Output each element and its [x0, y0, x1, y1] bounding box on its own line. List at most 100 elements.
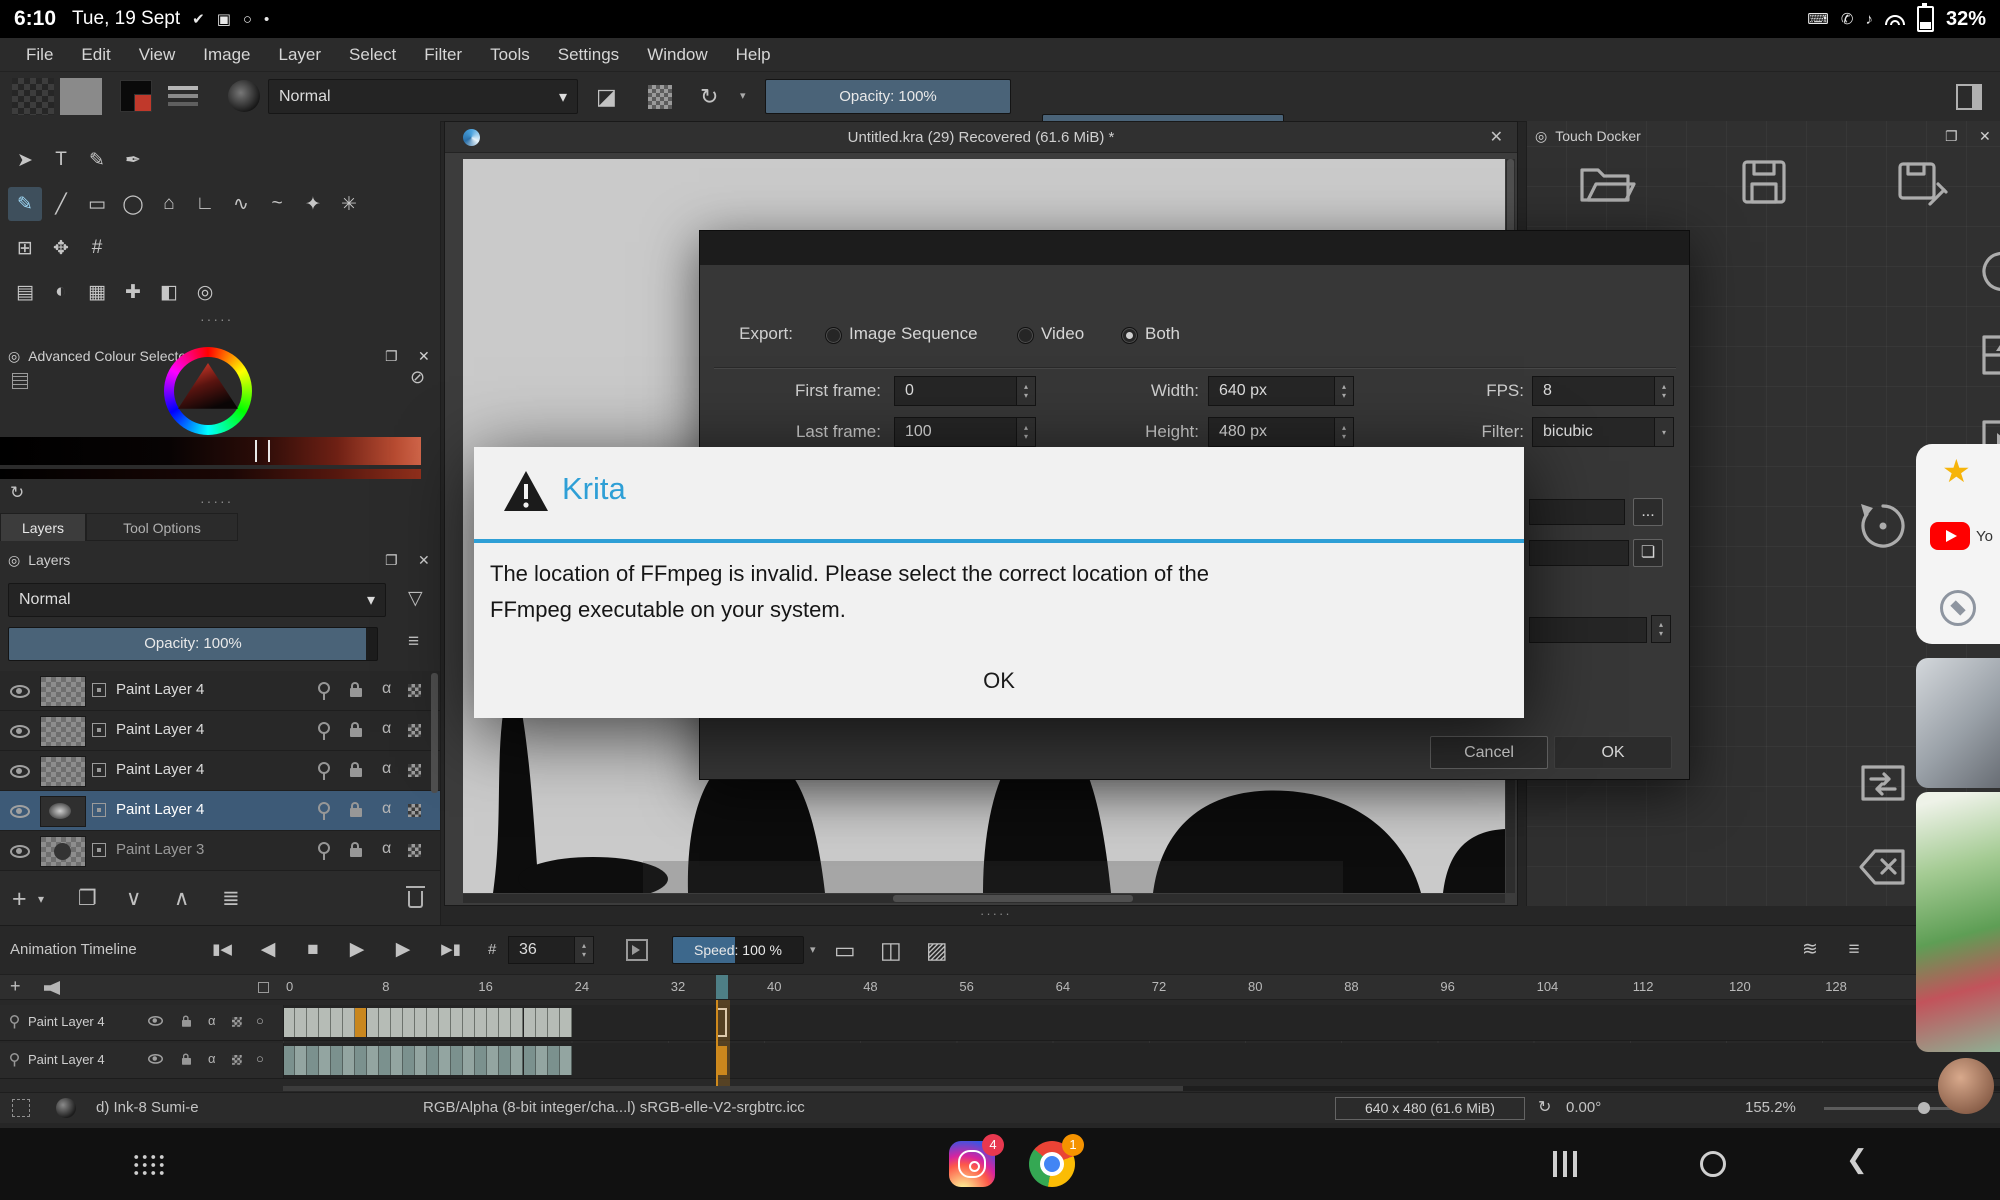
spin-up-icon[interactable]: ▴ [1024, 382, 1028, 391]
cancel-button[interactable]: Cancel [1430, 736, 1548, 769]
previous-frame-button[interactable]: ◀ [254, 935, 282, 965]
refresh-icon[interactable]: ↻ [10, 483, 24, 503]
keyframe-cell[interactable] [560, 1046, 572, 1075]
layer-list-scrollbar[interactable] [431, 673, 438, 793]
radio-image-sequence-label[interactable]: Image Sequence [849, 323, 978, 345]
shade-selector-strip-2[interactable] [0, 469, 421, 479]
document-titlebar[interactable]: Untitled.kra (29) Recovered (61.6 MiB) *… [445, 122, 1517, 153]
tool-fill[interactable]: ◧ [152, 275, 186, 309]
ffmpeg-location-field[interactable] [1529, 540, 1629, 566]
close-document-icon[interactable]: ✕ [1490, 127, 1503, 147]
audio-mute-icon[interactable] [44, 981, 60, 995]
tool-text[interactable]: T [44, 143, 78, 177]
spin-up-icon[interactable]: ▴ [1024, 423, 1028, 432]
tool-pattern-edit[interactable]: ▦ [80, 275, 114, 309]
export-location-field[interactable] [1529, 499, 1625, 525]
menu-select[interactable]: Select [335, 38, 410, 72]
tool-polygon[interactable]: ⌂ [152, 187, 186, 221]
tool-edit-shapes[interactable]: ✎ [80, 143, 114, 177]
pattern-chooser[interactable] [60, 78, 102, 115]
background-color-chip[interactable] [134, 94, 152, 112]
keyframe-cell[interactable] [511, 1008, 523, 1037]
eraser-toggle-icon[interactable]: ◪ [596, 72, 617, 121]
menu-filter[interactable]: Filter [410, 38, 476, 72]
float-docker-icon[interactable]: ❐ [385, 552, 398, 569]
reset-rotation-button[interactable] [1845, 488, 1921, 564]
tool-freehand-brush[interactable]: ✎ [8, 187, 42, 221]
tool-move[interactable]: ✥ [44, 231, 78, 265]
keyframe-cell[interactable] [463, 1008, 475, 1037]
menu-settings[interactable]: Settings [544, 38, 633, 72]
close-docker-icon[interactable]: ✕ [418, 552, 430, 569]
layer-alpha-lock-icon[interactable] [408, 764, 421, 777]
height-spinbox[interactable]: 480 px ▴▾ [1208, 417, 1354, 447]
first-frame-spinbox[interactable]: 0 ▴▾ [894, 376, 1036, 406]
spin-down-icon[interactable]: ▾ [1024, 391, 1028, 400]
recents-button[interactable] [1553, 1151, 1583, 1177]
quality-spin-arrows[interactable]: ▴▾ [1651, 615, 1671, 643]
tool-polyline[interactable]: ∟ [188, 187, 222, 221]
fps-spinbox[interactable]: 8 ▴▾ [1532, 376, 1674, 406]
spin-down-icon[interactable]: ▾ [1662, 391, 1666, 400]
spin-up-icon[interactable]: ▴ [1659, 620, 1663, 629]
track-onion-icon[interactable]: ○ [256, 1051, 264, 1066]
timeline-ruler[interactable]: + 081624324048566472808896104112120128 [0, 974, 2000, 1000]
keyframe-cell[interactable] [415, 1046, 427, 1075]
tool-freehand-path[interactable]: ~ [260, 187, 294, 221]
edge-thumbnail-1[interactable] [1916, 658, 2000, 788]
keyframe-cell[interactable] [379, 1008, 391, 1037]
move-layer-down-button[interactable]: ∨ [126, 879, 141, 919]
shade-selector-strip[interactable] [0, 437, 421, 465]
tool-ellipse[interactable]: ◯ [116, 187, 150, 221]
open-folder-button[interactable]: ❏ [1633, 539, 1663, 567]
tool-calligraphy[interactable]: ✒ [116, 143, 150, 177]
tool-gradient[interactable]: ▤ [8, 275, 42, 309]
browser-compass-icon[interactable] [1940, 590, 1976, 626]
keyframe-cell[interactable] [560, 1008, 572, 1037]
layer-lock-icon[interactable] [350, 728, 362, 737]
menu-help[interactable]: Help [722, 38, 785, 72]
radio-image-sequence[interactable] [825, 327, 842, 344]
track-lock-icon[interactable] [182, 1020, 191, 1027]
preserve-alpha-icon[interactable] [648, 85, 672, 109]
chevron-down-icon[interactable]: ▾ [740, 72, 746, 121]
layer-alpha-lock-icon[interactable] [408, 724, 421, 737]
timeline-scrollbar[interactable] [283, 1086, 2000, 1091]
keyframe-cell[interactable] [415, 1008, 427, 1037]
delete-layer-button[interactable] [408, 891, 423, 908]
onion-skin-icon[interactable] [626, 939, 648, 961]
keyframe-cell[interactable] [427, 1008, 439, 1037]
dock-handle[interactable]: ····· [200, 493, 233, 509]
layer-alpha-icon[interactable]: α [382, 720, 391, 738]
redo-button[interactable] [1964, 232, 2000, 308]
save-as-button[interactable] [1884, 144, 1960, 220]
track-visibility-icon[interactable] [148, 1016, 163, 1026]
layer-lock-icon[interactable] [350, 808, 362, 817]
add-layer-dropdown-icon[interactable]: ▾ [38, 879, 44, 919]
brush-preset-status-icon[interactable] [56, 1098, 76, 1118]
keyframe-cell[interactable] [524, 1008, 536, 1037]
menu-image[interactable]: Image [189, 38, 264, 72]
keyframe-cell[interactable] [439, 1046, 451, 1075]
tool-crop[interactable]: # [80, 231, 114, 265]
duplicate-layer-button[interactable]: ❐ [78, 879, 97, 919]
track-alpha-icon[interactable]: α [208, 1013, 216, 1028]
keyframe-cell[interactable] [319, 1046, 331, 1075]
track-lock-icon[interactable] [182, 1058, 191, 1065]
pin-icon[interactable] [10, 1015, 19, 1024]
keyframe-cell[interactable] [451, 1046, 463, 1075]
keyframe-cell[interactable] [295, 1046, 307, 1075]
tool-line[interactable]: ╱ [44, 187, 78, 221]
layer-pin-icon[interactable] [318, 682, 330, 694]
layer-opacity-slider[interactable]: Opacity: 100% [8, 627, 378, 661]
add-track-button[interactable]: + [10, 976, 21, 997]
keyframe-cell[interactable] [451, 1008, 463, 1037]
layer-alpha-lock-icon[interactable] [408, 844, 421, 857]
layer-alpha-icon[interactable]: α [382, 800, 391, 818]
keyframe-cell[interactable] [463, 1046, 475, 1075]
spin-up-icon[interactable]: ▴ [1342, 382, 1346, 391]
dock-handle[interactable]: ····· [200, 311, 233, 327]
keyframe-cell[interactable] [536, 1008, 548, 1037]
keyframe-cell[interactable] [391, 1008, 403, 1037]
dialog-titlebar[interactable] [700, 231, 1689, 265]
